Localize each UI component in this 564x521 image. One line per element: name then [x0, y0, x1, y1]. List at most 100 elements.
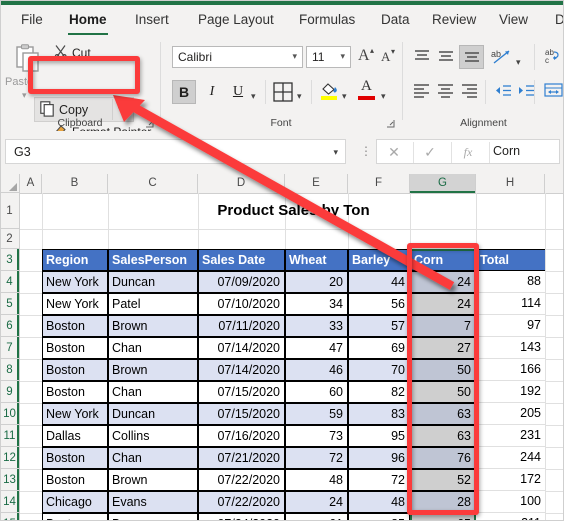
cell-F14[interactable]: 48 [348, 491, 410, 513]
cell-D9[interactable]: 07/15/2020 [198, 381, 285, 403]
cell-B10[interactable]: New York [42, 403, 108, 425]
font-color-dropdown-button[interactable]: ▾ [381, 86, 386, 104]
column-header-c[interactable]: C [108, 174, 198, 193]
cell-F10[interactable]: 83 [348, 403, 410, 425]
insert-function-icon[interactable]: fx [453, 143, 483, 162]
row-header-7[interactable]: 7 [0, 337, 20, 359]
cell-E10[interactable]: 59 [285, 403, 348, 425]
row-header-14[interactable]: 14 [0, 491, 20, 513]
font-dialog-launcher-icon[interactable] [386, 119, 395, 128]
name-box[interactable]: G3 ▾ [5, 139, 346, 164]
row-header-5[interactable]: 5 [0, 293, 20, 315]
cell-E5[interactable]: 34 [285, 293, 348, 315]
ribbon-tab-page-layout[interactable]: Page Layout [191, 9, 281, 32]
cell-F15[interactable]: 85 [348, 513, 410, 521]
cell-E12[interactable]: 72 [285, 447, 348, 469]
align-right-button[interactable] [460, 82, 480, 105]
cell-C9[interactable]: Chan [108, 381, 198, 403]
cell-D8[interactable]: 07/14/2020 [198, 359, 285, 381]
cell-F8[interactable]: 70 [348, 359, 410, 381]
cell-D6[interactable]: 07/11/2020 [198, 315, 285, 337]
ribbon-tab-data[interactable]: Data [374, 9, 417, 32]
row-header-15[interactable]: 15 [0, 513, 20, 521]
row-header-1[interactable]: 1 [0, 193, 20, 229]
clipboard-dialog-launcher-icon[interactable] [145, 119, 154, 128]
underline-button[interactable]: U [226, 80, 250, 104]
cell-F11[interactable]: 95 [348, 425, 410, 447]
cell-H7[interactable]: 143 [476, 337, 545, 359]
spreadsheet-grid[interactable]: ABCDEFGH 12345678910111213141516 Product… [0, 174, 564, 521]
cell-C11[interactable]: Collins [108, 425, 198, 447]
cell-F9[interactable]: 82 [348, 381, 410, 403]
ribbon-tab-view[interactable]: View [492, 9, 535, 32]
align-top-button[interactable] [412, 48, 432, 71]
cell-C12[interactable]: Chan [108, 447, 198, 469]
cell-E11[interactable]: 73 [285, 425, 348, 447]
cell-H15[interactable]: 211 [476, 513, 545, 521]
cell-B4[interactable]: New York [42, 271, 108, 293]
bold-button[interactable]: B [172, 80, 196, 104]
italic-button[interactable]: I [200, 80, 224, 104]
ribbon-tab-developer[interactable]: D [548, 9, 564, 32]
cell-B14[interactable]: Chicago [42, 491, 108, 513]
cell-F12[interactable]: 96 [348, 447, 410, 469]
column-header-g[interactable]: G [410, 174, 476, 193]
cell-H14[interactable]: 100 [476, 491, 545, 513]
column-header-a[interactable]: A [20, 174, 42, 193]
decrease-font-size-button[interactable]: A ▾ [378, 46, 400, 68]
table-header-total[interactable]: Total [476, 249, 545, 271]
cell-B15[interactable]: Boston [42, 513, 108, 521]
orientation-button[interactable]: ab [491, 48, 513, 71]
align-center-button[interactable] [436, 82, 456, 105]
wrap-text-button[interactable]: ab c [545, 47, 562, 70]
cell-H4[interactable]: 88 [476, 271, 545, 293]
cell-E13[interactable]: 48 [285, 469, 348, 491]
cell-F7[interactable]: 69 [348, 337, 410, 359]
row-header-11[interactable]: 11 [0, 425, 20, 447]
align-bottom-button[interactable] [459, 45, 484, 69]
cell-F4[interactable]: 44 [348, 271, 410, 293]
ribbon-tab-home[interactable]: Home [62, 9, 114, 35]
row-header-10[interactable]: 10 [0, 403, 20, 425]
cell-E15[interactable]: 61 [285, 513, 348, 521]
column-header-f[interactable]: F [348, 174, 410, 193]
cell-B11[interactable]: Dallas [42, 425, 108, 447]
column-header-d[interactable]: D [198, 174, 285, 193]
cell-B5[interactable]: New York [42, 293, 108, 315]
cell-F5[interactable]: 56 [348, 293, 410, 315]
cell-D7[interactable]: 07/14/2020 [198, 337, 285, 359]
orientation-dropdown-button[interactable]: ▾ [516, 52, 521, 70]
row-header-2[interactable]: 2 [0, 229, 20, 249]
formula-bar[interactable]: ✕ ✓ fx Corn [376, 139, 560, 164]
decrease-indent-button[interactable] [494, 84, 512, 103]
sheet-title-cell[interactable]: Product Sales by Ton [42, 193, 545, 229]
cell-D5[interactable]: 07/10/2020 [198, 293, 285, 315]
cell-C6[interactable]: Brown [108, 315, 198, 337]
cell-B6[interactable]: Boston [42, 315, 108, 337]
row-header-3[interactable]: 3 [0, 249, 20, 271]
row-header-13[interactable]: 13 [0, 469, 20, 491]
ribbon-tab-file[interactable]: File [14, 9, 50, 32]
cell-H11[interactable]: 231 [476, 425, 545, 447]
cell-B9[interactable]: Boston [42, 381, 108, 403]
enter-icon[interactable]: ✓ [415, 143, 445, 162]
cancel-icon[interactable]: ✕ [379, 143, 409, 162]
cell-C13[interactable]: Brown [108, 469, 198, 491]
ribbon-tab-formulas[interactable]: Formulas [292, 9, 362, 32]
cell-B8[interactable]: Boston [42, 359, 108, 381]
cell-C4[interactable]: Duncan [108, 271, 198, 293]
align-middle-button[interactable] [436, 48, 456, 71]
table-header-barley[interactable]: Barley [348, 249, 410, 271]
cell-C7[interactable]: Chan [108, 337, 198, 359]
cell-C15[interactable]: Brown [108, 513, 198, 521]
increase-indent-button[interactable] [517, 84, 535, 103]
align-left-button[interactable] [412, 82, 432, 105]
cell-H8[interactable]: 166 [476, 359, 545, 381]
row-header-4[interactable]: 4 [0, 271, 20, 293]
cell-F13[interactable]: 72 [348, 469, 410, 491]
select-all-button[interactable] [0, 174, 20, 193]
cell-E6[interactable]: 33 [285, 315, 348, 337]
table-header-salesperson[interactable]: SalesPerson [108, 249, 198, 271]
font-family-select[interactable]: Calibri ▾ [172, 46, 303, 68]
table-header-region[interactable]: Region [42, 249, 108, 271]
